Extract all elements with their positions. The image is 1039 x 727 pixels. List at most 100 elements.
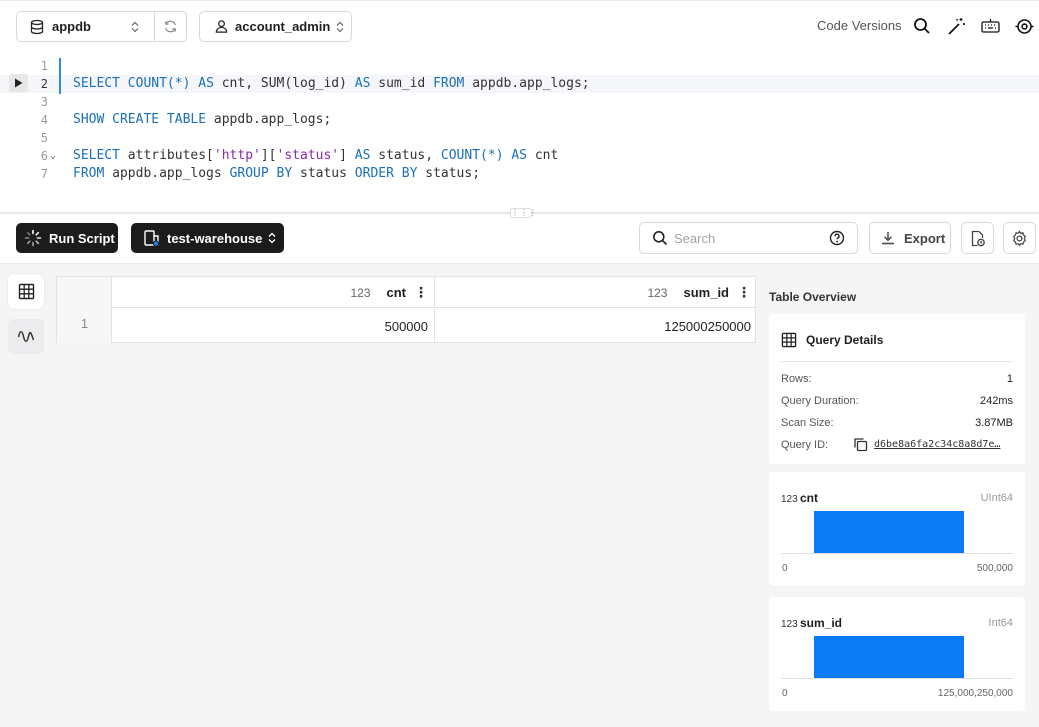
line-number: 3 [40, 95, 48, 109]
results-grid[interactable]: 1 123 cnt ⋮ 123 sum_id ⋮ 500000 12500025… [56, 276, 756, 343]
refresh-button[interactable] [154, 12, 186, 41]
line-number: 4 [40, 113, 48, 127]
database-name: appdb [52, 19, 91, 34]
code-line[interactable]: 7 FROM appdb.app_logs GROUP BY status OR… [0, 165, 1039, 183]
column-name: cnt [800, 491, 818, 505]
code-line[interactable]: 4 SHOW CREATE TABLE appdb.app_logs; [0, 111, 1039, 129]
code-line-active[interactable]: 2 SELECT COUNT(*) AS cnt, SUM(log_id) AS… [0, 75, 1039, 93]
wave-chart-icon [17, 330, 35, 343]
histogram-axis [781, 678, 1013, 679]
database-icon [30, 19, 44, 34]
target-button[interactable] [1014, 16, 1034, 36]
column-type: 123 [781, 619, 798, 630]
file-clock-icon [971, 230, 985, 246]
column-type: 123 [647, 285, 668, 300]
grid-icon [18, 283, 34, 300]
user-selector[interactable]: account_admin [199, 11, 352, 42]
table-view-button[interactable] [8, 274, 44, 309]
column-menu-icon[interactable]: ⋮ [414, 284, 428, 301]
query-id-stat: Query ID: d6be8a6fa2c34c8a8d7e… [781, 437, 1013, 453]
query-id-link[interactable]: d6be8a6fa2c34c8a8d7e… [874, 439, 1000, 450]
code-line[interactable]: 6 ⌄ SELECT attributes['http']['status'] … [0, 147, 1039, 165]
magic-wand-icon [947, 17, 965, 35]
column-type: 123 [350, 285, 371, 300]
divider [781, 361, 1013, 362]
grid-icon [781, 332, 797, 348]
query-details-card: Query Details Rows: 1 Query Duration: 24… [769, 314, 1025, 464]
database-selector[interactable]: appdb [16, 11, 187, 42]
play-icon [15, 78, 23, 88]
histogram-bar[interactable] [814, 636, 964, 678]
column-datatype: Int64 [988, 617, 1013, 629]
results-search[interactable] [639, 222, 858, 254]
row-number-gutter [57, 277, 112, 343]
column-menu-icon[interactable]: ⋮ [737, 284, 751, 301]
histogram-max: 125,000,250,000 [937, 688, 1013, 699]
cell-cnt[interactable]: 500000 [112, 309, 435, 343]
keyboard-button[interactable] [980, 16, 1000, 36]
code-line[interactable]: 3 [0, 93, 1039, 111]
cell-sum-id[interactable]: 125000250000 [435, 309, 757, 343]
active-line-indicator [59, 58, 61, 94]
warehouse-name: test-warehouse [167, 230, 263, 246]
column-summary-cnt: 123 cnt UInt64 0 500,000 [769, 472, 1025, 586]
histogram-min: 0 [782, 688, 788, 699]
refresh-icon [165, 20, 176, 33]
column-summary-sum-id: 123 sum_id Int64 0 125,000,250,000 [769, 597, 1025, 711]
duration-stat: Query Duration: 242ms [781, 395, 1013, 409]
code-line[interactable]: 5 [0, 129, 1039, 147]
gear-icon [1012, 229, 1027, 247]
copy-icon[interactable] [853, 437, 868, 452]
rows-label: Rows: [781, 373, 812, 385]
histogram-bar[interactable] [814, 511, 964, 553]
sql-editor[interactable]: 1 2 SELECT COUNT(*) AS cnt, SUM(log_id) … [0, 48, 1039, 213]
rows-stat: Rows: 1 [781, 373, 1013, 387]
column-name: cnt [386, 285, 407, 300]
query-id-container: d6be8a6fa2c34c8a8d7e… [853, 437, 1000, 452]
code-versions-link[interactable]: Code Versions [817, 18, 902, 33]
warehouse-selector[interactable]: test-warehouse [131, 223, 284, 253]
history-button[interactable] [961, 222, 994, 254]
help-icon[interactable] [829, 230, 845, 246]
search-button[interactable] [912, 16, 932, 36]
splitter-grip-icon[interactable]: ⋮⋮⋮ [510, 208, 537, 218]
line-number: 1 [40, 59, 48, 73]
column-datatype: UInt64 [980, 492, 1013, 504]
row-number: 1 [80, 316, 89, 331]
line-number: 5 [40, 131, 48, 145]
database-dropdown[interactable]: appdb [17, 12, 154, 41]
target-icon [1015, 18, 1033, 34]
duration-value: 242ms [979, 395, 1013, 407]
line-number: 6 [40, 149, 48, 163]
code-text: SHOW CREATE TABLE appdb.app_logs; [73, 112, 332, 127]
chevron-updown-icon [131, 21, 139, 33]
query-details-header: Query Details [781, 332, 883, 348]
histogram-min: 0 [782, 563, 788, 574]
column-name: sum_id [800, 616, 843, 630]
code-line[interactable]: 1 [0, 57, 1039, 75]
run-script-button[interactable]: Run Script [16, 223, 118, 253]
column-header-sum-id[interactable]: 123 sum_id ⋮ [435, 277, 757, 308]
export-button[interactable]: Export [869, 222, 951, 254]
results-panel: 1 123 cnt ⋮ 123 sum_id ⋮ 500000 12500025… [0, 263, 1039, 727]
chevron-updown-icon [268, 232, 276, 244]
settings-button[interactable] [1003, 222, 1036, 254]
chart-view-button[interactable] [8, 319, 44, 354]
top-toolbar: appdb account_admin Code Versions [0, 0, 1039, 48]
scan-size-stat: Scan Size: 3.87MB [781, 417, 1013, 431]
code-text: SELECT COUNT(*) AS cnt, SUM(log_id) AS s… [73, 76, 590, 91]
scan-size-value: 3.87MB [975, 417, 1013, 429]
code-text: FROM appdb.app_logs GROUP BY status ORDE… [73, 166, 481, 181]
download-icon [882, 232, 894, 245]
histogram-axis [781, 553, 1013, 554]
scan-size-label: Scan Size: [781, 417, 834, 429]
magic-wand-button[interactable] [946, 16, 966, 36]
run-script-label: Run Script [49, 230, 115, 246]
fold-chevron-icon[interactable]: ⌄ [50, 147, 56, 165]
duration-label: Query Duration: [781, 395, 859, 407]
run-line-button[interactable] [9, 74, 28, 92]
column-header-cnt[interactable]: 123 cnt ⋮ [112, 277, 435, 308]
user-name: account_admin [235, 19, 331, 34]
table-overview-title: Table Overview [769, 290, 857, 304]
search-input[interactable] [674, 230, 824, 246]
